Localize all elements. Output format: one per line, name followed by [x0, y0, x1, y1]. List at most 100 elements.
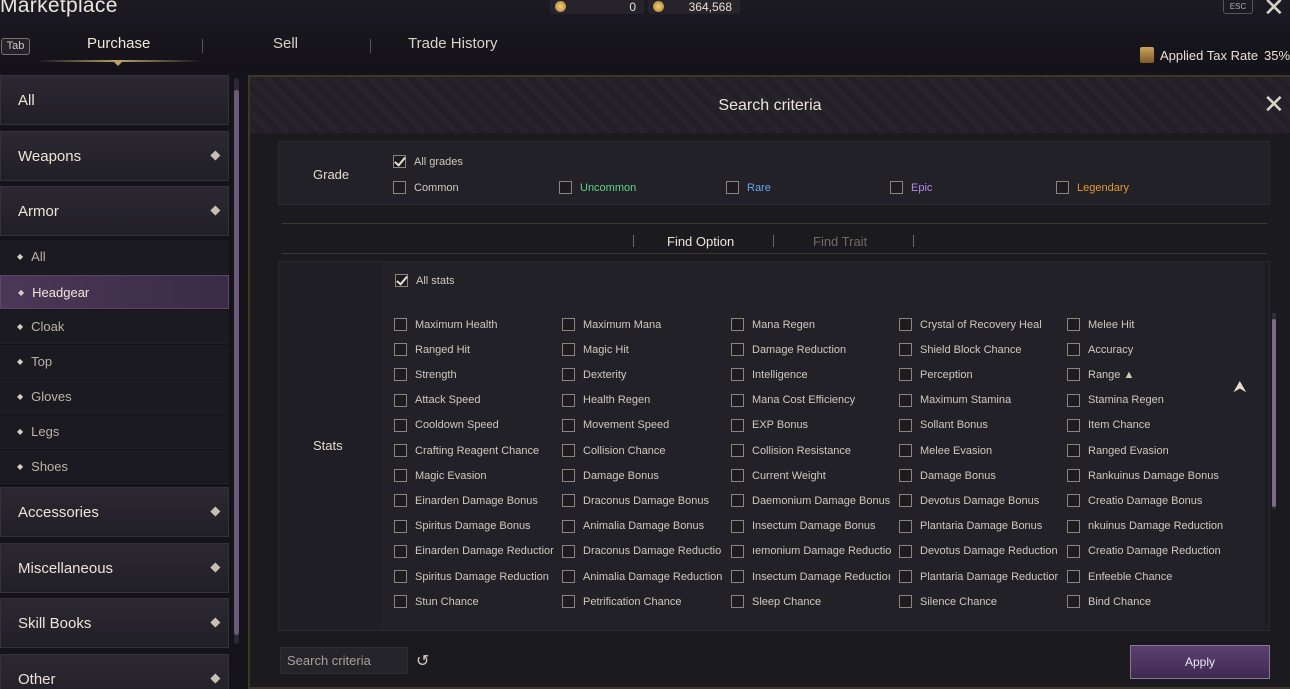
search-criteria-input[interactable]: Search criteria [280, 647, 408, 674]
stat-checkbox[interactable]: Devotus Damage Bonus [899, 494, 1061, 508]
sidebar-item-armor[interactable]: Armor ⯁ [0, 186, 229, 236]
stat-checkbox[interactable]: Einarden Damage Bonus [394, 494, 556, 508]
reset-icon[interactable]: ↺ [416, 651, 429, 671]
stat-checkbox[interactable]: Plantaria Damage Reductior [899, 570, 1061, 583]
apply-button[interactable]: Apply [1130, 645, 1270, 679]
stat-checkbox[interactable]: Item Chance [1067, 418, 1229, 432]
checkbox-label: All stats [416, 274, 455, 287]
stat-checkbox[interactable]: Daemonium Damage Bonus [731, 494, 893, 508]
stat-checkbox[interactable]: Accuracy [1067, 343, 1229, 357]
grade-checkbox-0[interactable]: Common [393, 181, 459, 194]
stat-checkbox[interactable]: Bind Chance [1067, 595, 1229, 609]
stat-checkbox[interactable]: Enfeeble Chance [1067, 570, 1229, 583]
sidebar-item-weapons[interactable]: Weapons ⯁ [0, 131, 229, 181]
stat-checkbox[interactable]: Perception [899, 368, 1061, 382]
sidebar-subitem-shoes[interactable]: ◆ Shoes [0, 450, 229, 484]
sidebar-subitem-all[interactable]: ◆ All [0, 240, 229, 274]
stat-checkbox[interactable]: Animalia Damage Bonus [562, 519, 724, 533]
sidebar-item-skill-books[interactable]: Skill Books ⯁ [0, 598, 229, 648]
stat-checkbox[interactable]: Intelligence [731, 368, 893, 382]
stat-checkbox[interactable]: Mana Regen [731, 318, 893, 331]
stat-checkbox[interactable]: Spiritus Damage Reduction [394, 570, 556, 583]
stats-scrollbar-thumb[interactable] [1272, 319, 1276, 507]
sidebar-item-all[interactable]: All [0, 75, 229, 125]
stat-checkbox[interactable]: Creatio Damage Reduction [1067, 544, 1229, 558]
stat-checkbox[interactable]: Mana Cost Efficiency [731, 393, 893, 407]
stat-checkbox[interactable]: Animalia Damage Reduction [562, 570, 724, 583]
expand-icon: ⯁ [209, 615, 221, 631]
checkbox-box [731, 544, 744, 558]
stat-checkbox[interactable]: Creatio Damage Bonus [1067, 494, 1229, 508]
checkbox-label: Melee Evasion [920, 444, 993, 457]
stat-checkbox[interactable]: Maximum Health [394, 318, 556, 331]
stat-checkbox[interactable]: Crystal of Recovery Heal [899, 318, 1061, 331]
checkbox-box [1067, 494, 1080, 508]
stat-checkbox[interactable]: Spiritus Damage Bonus [394, 519, 556, 533]
stat-checkbox[interactable]: Ranged Hit [394, 343, 556, 357]
stat-checkbox[interactable]: Magic Evasion [394, 469, 556, 483]
sidebar-item-other[interactable]: Other ⯁ [0, 654, 229, 689]
stat-checkbox[interactable]: Ranged Evasion [1067, 444, 1229, 457]
all-grades-checkbox[interactable]: All grades [393, 155, 463, 168]
stat-checkbox[interactable]: Sollant Bonus [899, 418, 1061, 432]
stat-checkbox[interactable]: Collision Resistance [731, 444, 893, 457]
grade-checkbox-1[interactable]: Uncommon [559, 181, 636, 194]
stat-checkbox[interactable]: Insectum Damage Bonus [731, 519, 893, 533]
sidebar-item-accessories[interactable]: Accessories ⯁ [0, 487, 229, 537]
stat-checkbox[interactable]: Sleep Chance [731, 595, 893, 609]
stat-checkbox[interactable]: Rankuinus Damage Bonus [1067, 469, 1229, 483]
all-stats-checkbox[interactable]: All stats [395, 274, 455, 287]
stat-checkbox[interactable]: Plantaria Damage Bonus [899, 519, 1061, 533]
sidebar-subitem-cloak[interactable]: ◆ Cloak [0, 310, 229, 344]
sidebar-scrollbar-thumb[interactable] [234, 90, 239, 635]
search-criteria-panel: Search criteria ✕ Grade All grades Commo… [248, 75, 1290, 689]
stat-checkbox[interactable]: Maximum Mana [562, 318, 724, 331]
stat-checkbox[interactable]: Devotus Damage Reduction [899, 544, 1061, 558]
stat-checkbox[interactable]: Magic Hit [562, 343, 724, 357]
grade-checkbox-4[interactable]: Legendary [1056, 181, 1129, 194]
stat-checkbox[interactable]: ıemonium Damage Reductio [731, 544, 893, 558]
stat-checkbox[interactable]: Damage Reduction [731, 343, 893, 357]
stat-checkbox[interactable]: Silence Chance [899, 595, 1061, 609]
stat-checkbox[interactable]: Maximum Stamina [899, 393, 1061, 407]
stat-checkbox[interactable]: Shield Block Chance [899, 343, 1061, 357]
close-icon[interactable]: ✕ [1263, 0, 1285, 23]
stat-checkbox[interactable]: Crafting Reagent Chance [394, 444, 556, 457]
stat-checkbox[interactable]: Melee Hit [1067, 318, 1229, 331]
stat-checkbox[interactable]: Movement Speed [562, 418, 724, 432]
checkbox-box [394, 570, 407, 583]
sidebar-subitem-top[interactable]: ◆ Top [0, 345, 229, 379]
stat-checkbox[interactable]: Collision Chance [562, 444, 724, 457]
stat-checkbox[interactable]: Strength [394, 368, 556, 382]
close-icon[interactable]: ✕ [1263, 91, 1285, 117]
stat-checkbox[interactable]: Attack Speed [394, 393, 556, 407]
stat-checkbox[interactable]: Damage Bonus [562, 469, 724, 483]
stat-checkbox[interactable]: Current Weight [731, 469, 893, 483]
tab-sell[interactable]: Sell [273, 35, 298, 52]
stat-checkbox[interactable]: Insectum Damage Reductioı [731, 570, 893, 583]
sidebar-item-miscellaneous[interactable]: Miscellaneous ⯁ [0, 543, 229, 593]
stat-checkbox[interactable]: EXP Bonus [731, 418, 893, 432]
stat-checkbox[interactable]: Range ▲ [1067, 368, 1229, 382]
stat-checkbox[interactable]: Einarden Damage Reductior [394, 544, 556, 558]
sidebar-subitem-legs[interactable]: ◆ Legs [0, 415, 229, 449]
tab-find-trait[interactable]: Find Trait [813, 234, 867, 249]
stat-checkbox[interactable]: Stamina Regen [1067, 393, 1229, 407]
stat-checkbox[interactable]: nkuinus Damage Reduction [1067, 519, 1229, 533]
stat-checkbox[interactable]: Dexterity [562, 368, 724, 382]
grade-checkbox-3[interactable]: Epic [890, 181, 932, 194]
sidebar-subitem-headgear[interactable]: ◆ Headgear [0, 275, 229, 309]
stat-checkbox[interactable]: Draconus Damage Reductio [562, 544, 724, 558]
stat-checkbox[interactable]: Damage Bonus [899, 469, 1061, 483]
tab-trade-history[interactable]: Trade History [408, 35, 497, 52]
stat-checkbox[interactable]: Petrification Chance [562, 595, 724, 609]
tab-purchase[interactable]: Purchase [87, 35, 150, 52]
tab-find-option[interactable]: Find Option [667, 234, 734, 249]
stat-checkbox[interactable]: Health Regen [562, 393, 724, 407]
sidebar-subitem-gloves[interactable]: ◆ Gloves [0, 380, 229, 414]
stat-checkbox[interactable]: Stun Chance [394, 595, 556, 609]
stat-checkbox[interactable]: Melee Evasion [899, 444, 1061, 457]
grade-checkbox-2[interactable]: Rare [726, 181, 771, 194]
stat-checkbox[interactable]: Draconus Damage Bonus [562, 494, 724, 508]
stat-checkbox[interactable]: Cooldown Speed [394, 418, 556, 432]
